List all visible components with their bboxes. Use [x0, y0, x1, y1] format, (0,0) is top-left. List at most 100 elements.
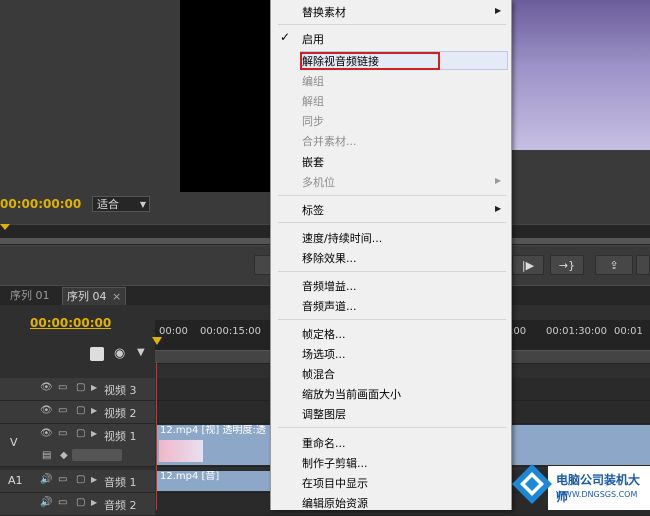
monitor-scrub-track-right — [510, 238, 650, 244]
ruler-label: :00 — [510, 326, 527, 337]
snap-icon[interactable] — [90, 347, 104, 361]
track-label: 视频 3 — [104, 384, 137, 397]
video-clip[interactable]: 12.mp4 [视] 透明度:透 — [157, 425, 270, 465]
menu-item-group[interactable]: 编组 — [302, 73, 324, 89]
watermark-logo-icon — [512, 464, 552, 504]
track-header-audio-2: 🔊 ▭ ▢ ▶ 音频 2 — [0, 493, 155, 516]
highlight-annotation-box — [300, 52, 440, 70]
menu-item-ungroup[interactable]: 解组 — [302, 93, 324, 109]
lock-icon[interactable]: ▭ — [58, 474, 67, 485]
fit-zoom-select[interactable]: 适合 ▼ — [92, 196, 150, 212]
tab-sequence-04[interactable]: 序列 04 × — [62, 287, 127, 306]
step-forward-icon: |▶ — [521, 259, 535, 272]
display-style-icon[interactable]: ▤ — [42, 450, 51, 461]
ruler-label: 00:01:30:00 — [546, 326, 608, 337]
chevron-down-icon: ▼ — [139, 200, 146, 209]
submenu-arrow-icon: ▶ — [495, 176, 502, 185]
monitor-scrub-track — [0, 238, 270, 244]
checkmark-icon: ✓ — [280, 30, 291, 44]
lock-icon[interactable]: ▭ — [58, 428, 67, 439]
monitor-video-area — [180, 0, 270, 192]
sync-lock-icon[interactable]: ▢ — [76, 497, 85, 508]
track-label: 音频 2 — [104, 499, 137, 512]
fit-zoom-value: 适合 — [97, 198, 119, 211]
menu-separator — [278, 271, 506, 272]
ruler-label: 00:00:15:00 — [200, 326, 262, 337]
lock-icon[interactable]: ▭ — [58, 405, 67, 416]
video-clip-right[interactable] — [510, 425, 650, 465]
menu-item-scale-to-frame[interactable]: 缩放为当前画面大小 — [302, 386, 401, 402]
menu-item-sync[interactable]: 同步 — [302, 113, 324, 129]
ruler-label: 00:00 — [159, 326, 188, 337]
track-label: 视频 2 — [104, 407, 137, 420]
expand-track-icon[interactable]: ▶ — [91, 383, 97, 392]
menu-separator — [278, 222, 506, 223]
track-header-video-1: V 👁 ▭ ▢ ▶ 视频 1 ▤ ◆ — [0, 424, 155, 467]
sync-lock-icon[interactable]: ▢ — [76, 428, 85, 439]
track-header-video-2: 👁 ▭ ▢ ▶ 视频 2 — [0, 401, 155, 424]
add-marker-icon[interactable]: ▼ — [137, 347, 145, 358]
go-to-out-button[interactable]: →} — [550, 255, 584, 275]
watermark-url: WWW.DNGSGS.COM — [556, 490, 638, 499]
lock-icon[interactable]: ▭ — [58, 497, 67, 508]
audio-clip[interactable]: 12.mp4 [音] — [157, 471, 270, 491]
menu-item-audio-gain[interactable]: 音频增益... — [302, 278, 357, 294]
step-forward-button[interactable]: |▶ — [512, 255, 544, 275]
menu-item-enable[interactable]: 启用 — [302, 31, 324, 47]
menu-item-adjustment-layer[interactable]: 调整图层 — [302, 406, 346, 422]
lift-button[interactable]: ⇪ — [595, 255, 633, 275]
eye-icon[interactable]: 👁 — [40, 382, 53, 393]
menu-item-frame-blend[interactable]: 帧混合 — [302, 366, 335, 382]
menu-separator — [278, 427, 506, 428]
sync-lock-icon[interactable]: ▢ — [76, 382, 85, 393]
extract-button[interactable] — [636, 255, 650, 275]
speaker-icon[interactable]: 🔊 — [40, 497, 52, 508]
expand-track-icon[interactable]: ▶ — [91, 475, 97, 484]
menu-item-rename[interactable]: 重命名... — [302, 435, 346, 451]
menu-item-reveal-in-project[interactable]: 在项目中显示 — [302, 475, 368, 491]
track-target-a1[interactable]: A1 — [8, 474, 23, 487]
menu-item-multicam[interactable]: 多机位 — [302, 174, 335, 190]
menu-item-audio-channels[interactable]: 音频声道... — [302, 298, 357, 314]
menu-item-make-subclip[interactable]: 制作子剪辑... — [302, 455, 368, 471]
menu-separator — [278, 319, 506, 320]
track-target-v[interactable]: V — [10, 436, 18, 449]
submenu-arrow-icon: ▶ — [495, 6, 502, 15]
monitor-playhead-icon[interactable] — [0, 224, 10, 230]
expand-track-icon[interactable]: ▶ — [91, 406, 97, 415]
timeline-playhead-icon[interactable] — [152, 337, 162, 345]
track-header-audio-1: A1 🔊 ▭ ▢ ▶ 音频 1 — [0, 470, 155, 493]
timeline-timecode[interactable]: 00:00:00:00 — [30, 316, 111, 330]
playhead-line — [156, 362, 157, 510]
menu-item-field-options[interactable]: 场选项... — [302, 346, 346, 362]
video-clip-label: 12.mp4 [视] 透明度:透 — [160, 425, 266, 436]
lock-icon[interactable]: ▭ — [58, 382, 67, 393]
expand-track-icon[interactable]: ▶ — [91, 429, 97, 438]
monitor-video-frame — [510, 0, 650, 150]
tab-close-icon[interactable]: × — [112, 290, 121, 303]
track-header-video-3: 👁 ▭ ▢ ▶ 视频 3 — [0, 378, 155, 401]
sync-lock-icon[interactable]: ▢ — [76, 405, 85, 416]
expand-track-icon[interactable]: ▶ — [91, 498, 97, 507]
tab-sequence-04-label: 序列 04 — [67, 290, 107, 303]
track-label: 音频 1 — [104, 476, 137, 489]
tab-sequence-01[interactable]: 序列 01 — [6, 287, 54, 305]
eye-icon[interactable]: 👁 — [40, 428, 53, 439]
go-to-out-icon: →} — [558, 259, 576, 272]
menu-item-label[interactable]: 标签 — [302, 202, 324, 218]
menu-item-frame-hold[interactable]: 帧定格... — [302, 326, 346, 342]
menu-item-merge-clips[interactable]: 合并素材... — [302, 133, 357, 149]
keyframe-icon[interactable]: ◆ — [60, 450, 68, 461]
marker-icon[interactable]: ◉ — [114, 346, 125, 361]
menu-item-remove-effects[interactable]: 移除效果... — [302, 250, 357, 266]
menu-item-nest[interactable]: 嵌套 — [302, 154, 324, 170]
lift-icon: ⇪ — [609, 259, 619, 272]
sync-lock-icon[interactable]: ▢ — [76, 474, 85, 485]
menu-item-replace-footage[interactable]: 替换素材 — [302, 4, 346, 20]
monitor-timecode[interactable]: 00:00:00:00 — [0, 197, 81, 211]
keyframe-nav[interactable] — [72, 449, 122, 461]
menu-item-edit-original[interactable]: 编辑原始资源 — [302, 495, 368, 511]
eye-icon[interactable]: 👁 — [40, 405, 53, 416]
menu-item-speed-duration[interactable]: 速度/持续时间... — [302, 230, 382, 246]
speaker-icon[interactable]: 🔊 — [40, 474, 52, 485]
